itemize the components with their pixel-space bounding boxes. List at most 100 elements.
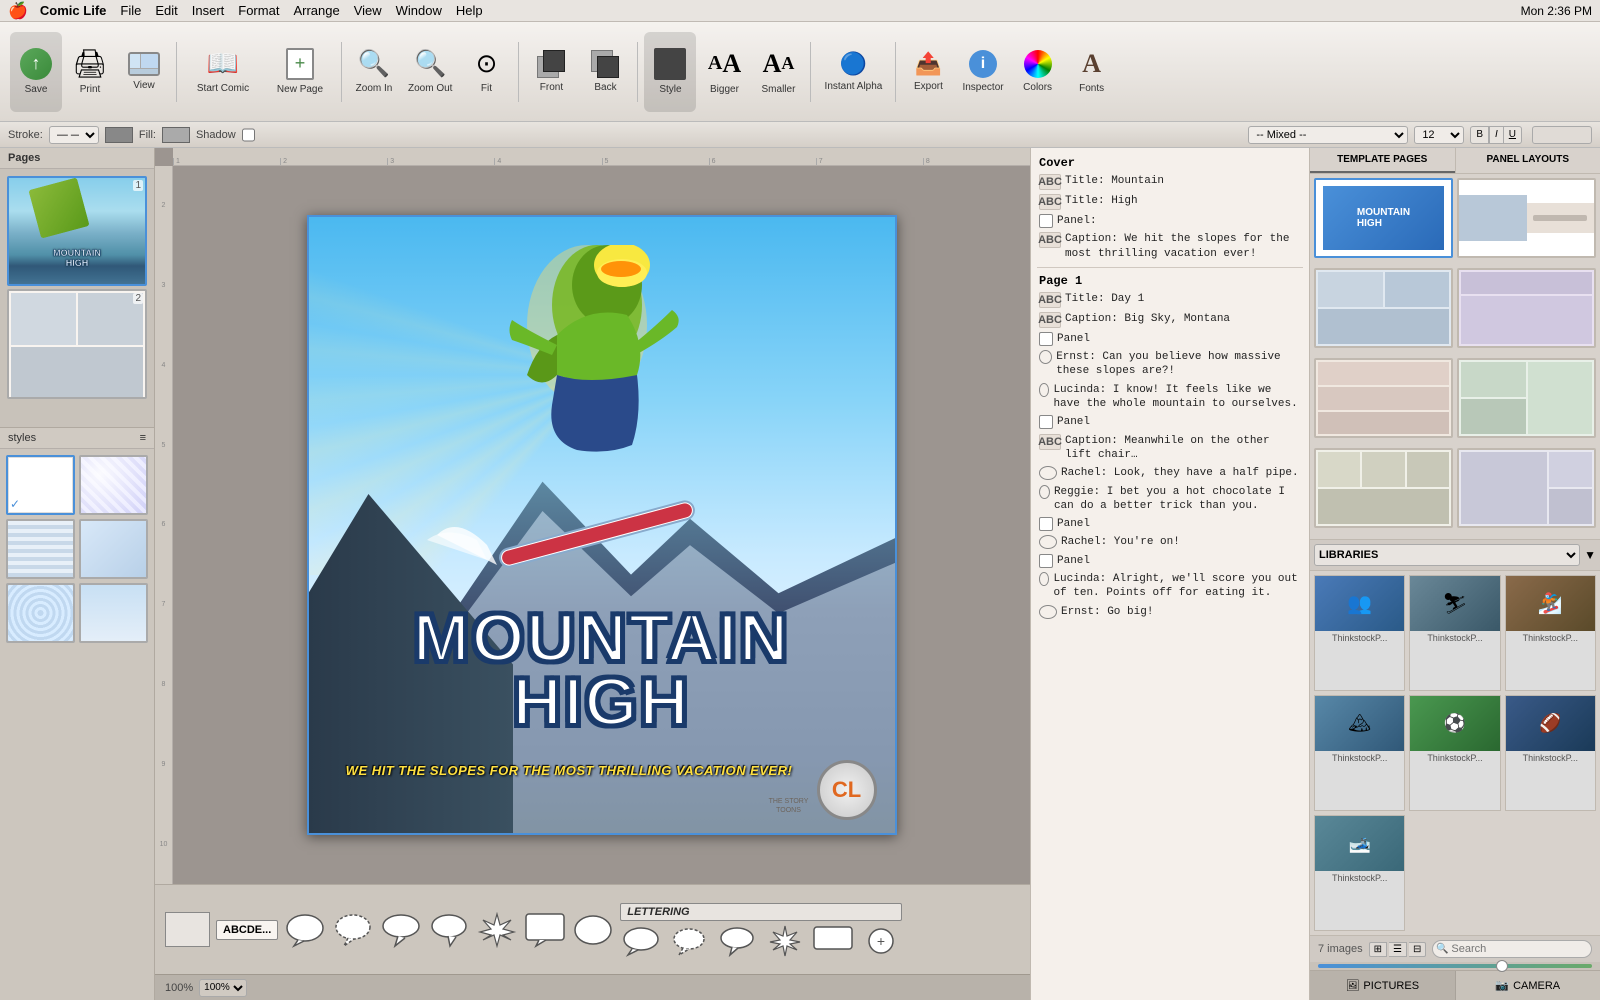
fonts-button[interactable]: A Fonts (1066, 32, 1118, 112)
outline-bubble-17[interactable] (1039, 572, 1049, 586)
bubble-small-2[interactable] (668, 925, 710, 957)
bubble-oval-2[interactable] (332, 912, 374, 948)
detail-view-button[interactable]: ⊟ (1409, 942, 1426, 957)
zoom-out-button[interactable]: 🔍 Zoom Out (402, 32, 458, 112)
img-thumb-2[interactable]: ⛷ ThinkstockP... (1409, 575, 1500, 691)
bubble-plus-icon[interactable]: + (860, 925, 902, 957)
canvas[interactable]: MOUNTAIN HIGH WE HIT THE SLOPES FOR THE … (307, 215, 897, 835)
outline-bubble-18[interactable] (1039, 605, 1057, 619)
libraries-dropdown-icon[interactable]: ▼ (1584, 548, 1596, 562)
outline-text-8[interactable]: Ernst: Can you believe how massive these… (1056, 350, 1301, 379)
outline-text-17[interactable]: Lucinda: Alright, we'll score you out of… (1053, 572, 1301, 601)
bubble-starburst-2[interactable] (764, 925, 806, 957)
bubble-oval-3[interactable] (380, 912, 422, 948)
template-thumb-7[interactable] (1314, 448, 1453, 528)
color-slider[interactable] (1318, 964, 1592, 968)
outline-text-0[interactable]: Title: Mountain (1065, 174, 1164, 188)
camera-button[interactable]: 📷 CAMERA (1456, 971, 1600, 1000)
tab-panel-layouts[interactable]: PANEL LAYOUTS (1456, 148, 1600, 173)
template-thumb-4[interactable] (1457, 268, 1596, 348)
outline-bubble-13[interactable] (1039, 485, 1050, 499)
style-item-2[interactable] (79, 455, 148, 515)
menu-file[interactable]: File (120, 3, 141, 18)
colors-button[interactable]: Colors (1012, 32, 1064, 112)
logo-circle[interactable]: CL (817, 760, 877, 820)
outline-text-7[interactable]: Panel (1057, 332, 1090, 346)
menu-view[interactable]: View (354, 3, 382, 18)
text-abcde-item[interactable]: ABCDE... (216, 920, 278, 940)
menu-help[interactable]: Help (456, 3, 483, 18)
outline-text-18[interactable]: Ernst: Go big! (1061, 605, 1153, 619)
italic-button[interactable]: I (1489, 126, 1504, 144)
grid-view-button[interactable]: ⊞ (1369, 942, 1387, 957)
bubble-rect-2[interactable] (812, 925, 854, 957)
comic-subtitle-box[interactable]: WE HIT THE SLOPES FOR THE MOST THRILLING… (327, 763, 812, 780)
style-button[interactable]: Style (644, 32, 696, 112)
instant-alpha-button[interactable]: 🔵 Instant Alpha (817, 32, 889, 112)
stroke-color-swatch[interactable] (105, 127, 133, 143)
text-color-bar[interactable] (1532, 126, 1592, 144)
page-thumb-1[interactable]: MOUNTAIN HIGH 1 (7, 176, 147, 286)
bubble-oval-5[interactable] (572, 912, 614, 948)
bubble-starburst[interactable] (476, 912, 518, 948)
style-item-1[interactable]: ✓ (6, 455, 75, 515)
outline-bubble-12[interactable] (1039, 466, 1057, 480)
bigger-button[interactable]: AA Bigger (698, 32, 750, 112)
outline-bubble-9[interactable] (1039, 383, 1049, 397)
img-thumb-7[interactable]: 🎿 ThinkstockP... (1314, 815, 1405, 931)
font-size-select[interactable]: 12 (1414, 126, 1464, 144)
template-thumb-2[interactable] (1457, 178, 1596, 258)
fit-button[interactable]: ⊙ Fit (460, 32, 512, 112)
bubble-small-1[interactable] (620, 925, 662, 957)
bold-button[interactable]: B (1470, 126, 1489, 144)
page-thumb-2[interactable]: 2 (7, 289, 147, 399)
bubble-oval-1[interactable] (284, 912, 326, 948)
style-item-5[interactable] (6, 583, 75, 643)
template-thumb-8[interactable] (1457, 448, 1596, 528)
zoom-in-button[interactable]: 🔍 Zoom In (348, 32, 400, 112)
menu-arrange[interactable]: Arrange (293, 3, 339, 18)
outline-bubble-15[interactable] (1039, 535, 1057, 549)
outline-text-15[interactable]: Rachel: You're on! (1061, 535, 1180, 549)
text-box-item[interactable] (165, 912, 210, 947)
smaller-button[interactable]: AA Smaller (752, 32, 804, 112)
img-thumb-6[interactable]: 🏈 ThinkstockP... (1505, 695, 1596, 811)
color-slider-thumb[interactable] (1496, 960, 1508, 972)
zoom-select[interactable]: 100%75%50%150% (199, 979, 247, 997)
apple-menu[interactable]: 🍎 (8, 1, 28, 21)
template-thumb-6[interactable] (1457, 358, 1596, 438)
outline-text-2[interactable]: Panel: (1057, 214, 1097, 228)
outline-text-14[interactable]: Panel (1057, 517, 1090, 531)
outline-text-9[interactable]: Lucinda: I know! It feels like we have t… (1053, 383, 1301, 412)
fill-color-swatch[interactable] (162, 127, 190, 143)
print-button[interactable]: 🖨 Print (64, 32, 116, 112)
style-item-3[interactable] (6, 519, 75, 579)
bubble-oval-4[interactable] (428, 912, 470, 948)
bubble-rect-1[interactable] (524, 912, 566, 948)
outline-bubble-8[interactable] (1039, 350, 1052, 364)
search-input[interactable] (1432, 940, 1592, 958)
outline-text-13[interactable]: Reggie: I bet you a hot chocolate I can … (1054, 485, 1301, 514)
tab-template-pages[interactable]: TEMPLATE PAGES (1310, 148, 1455, 173)
menu-edit[interactable]: Edit (155, 3, 177, 18)
outline-checkbox-14[interactable] (1039, 517, 1053, 531)
outline-text-1[interactable]: Title: High (1065, 194, 1138, 208)
menu-window[interactable]: Window (396, 3, 442, 18)
shadow-checkbox[interactable] (242, 126, 255, 144)
view-button[interactable]: View (118, 32, 170, 112)
template-thumb-3[interactable] (1314, 268, 1453, 348)
img-thumb-3[interactable]: 🏂 ThinkstockP... (1505, 575, 1596, 691)
menu-format[interactable]: Format (238, 3, 279, 18)
styles-collapse-icon[interactable]: ≡ (140, 432, 146, 444)
outline-checkbox-2[interactable] (1039, 214, 1053, 228)
img-thumb-1[interactable]: 👥 ThinkstockP... (1314, 575, 1405, 691)
outline-text-3[interactable]: Caption: We hit the slopes for the most … (1065, 232, 1301, 261)
back-button[interactable]: Back (579, 32, 631, 112)
lettering-item[interactable]: LETTERING (620, 903, 902, 921)
img-thumb-4[interactable]: 🏔 ThinkstockP... (1314, 695, 1405, 811)
new-page-button[interactable]: + New Page (265, 32, 335, 112)
menu-insert[interactable]: Insert (192, 3, 225, 18)
outline-text-10[interactable]: Panel (1057, 415, 1090, 429)
outline-checkbox-7[interactable] (1039, 332, 1053, 346)
save-button[interactable]: ↑ Save (10, 32, 62, 112)
